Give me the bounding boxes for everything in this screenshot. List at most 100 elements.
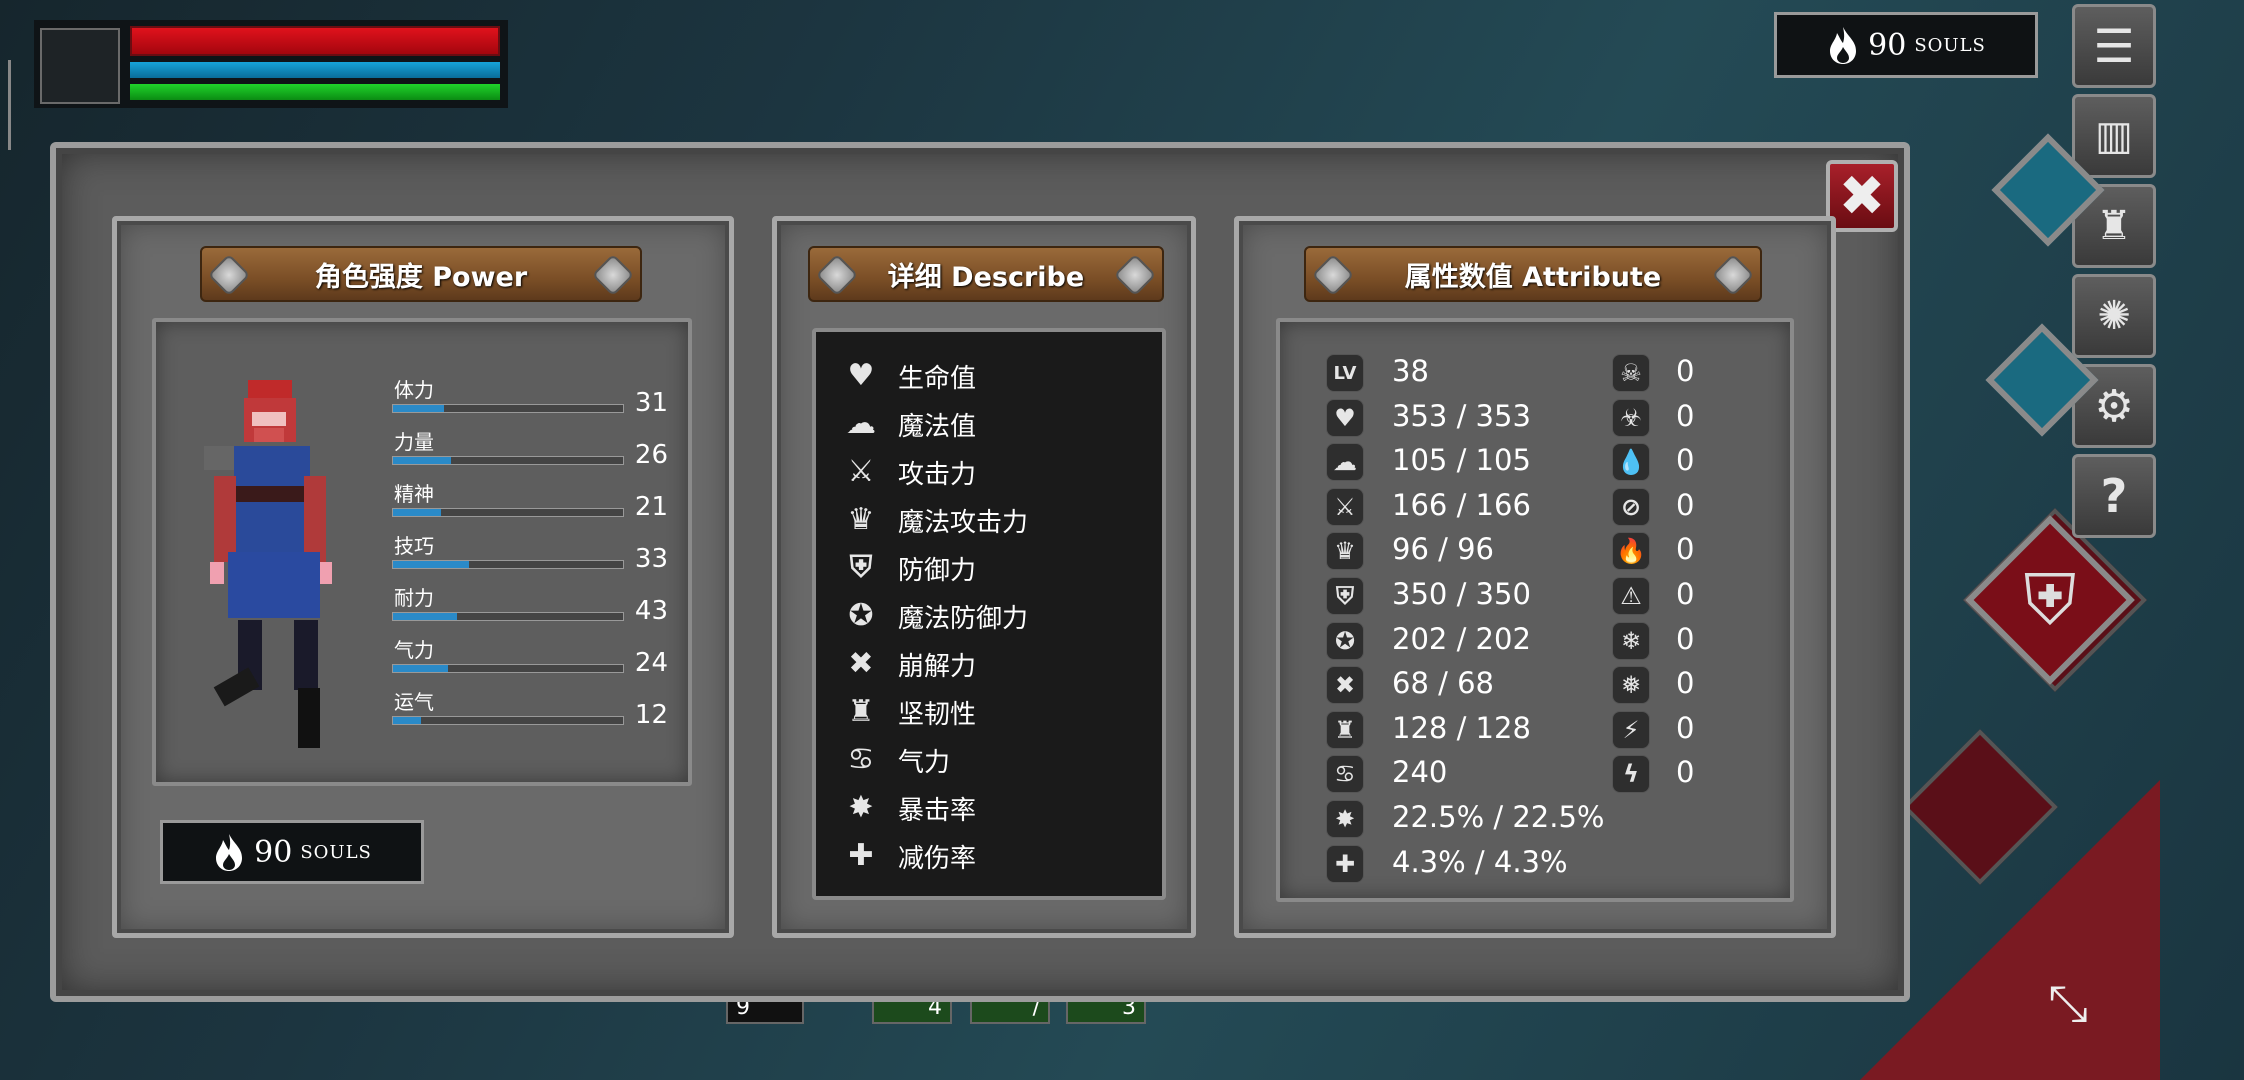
stat-bar — [392, 508, 624, 517]
poison-resist-icon: ☣ — [1612, 398, 1650, 437]
inventory-button[interactable]: ▥ — [2072, 94, 2156, 178]
flame-icon — [216, 834, 243, 871]
stat-label: 气力 — [394, 638, 434, 662]
resistance-value: 0 — [1676, 710, 1695, 745]
attribute-value: 350 / 350 — [1392, 577, 1531, 611]
lightning-icon: ⚡ — [1612, 710, 1650, 749]
bleed-icon: 💧 — [1612, 443, 1650, 482]
close-icon: ✖ — [1838, 163, 1886, 229]
describe-title: 详细 Describe — [887, 261, 1085, 293]
frost-icon: ❄ — [1612, 621, 1650, 660]
attribute-title-plank: 属性数值 Attribute — [1304, 246, 1762, 302]
stat-label: 技巧 — [394, 534, 434, 558]
skills-button[interactable]: ✺ — [2072, 274, 2156, 358]
rivet-icon — [1711, 253, 1755, 297]
attribute-value: 38 — [1392, 354, 1429, 388]
emblem-icon: ✺ — [2097, 293, 2131, 339]
edge-handle — [8, 60, 11, 150]
rivet-icon — [815, 253, 859, 297]
background-skill-diamond — [1902, 729, 2058, 885]
resistance-value: 0 — [1676, 532, 1695, 567]
resistance-value: 0 — [1676, 354, 1695, 388]
stat-label: 耐力 — [394, 586, 434, 610]
damage-reduction-icon: ✚ — [1326, 844, 1364, 883]
stat-bar-fill — [393, 561, 469, 568]
resistance-value: 0 — [1676, 755, 1695, 790]
health-bar — [130, 26, 500, 56]
attribute-value: 166 / 166 — [1392, 487, 1531, 522]
stat-label: 体力 — [394, 378, 434, 402]
resistance-value: 0 — [1676, 621, 1695, 656]
souls-counter: 90 SOULS — [160, 820, 424, 884]
attribute-value: 128 / 128 — [1392, 710, 1531, 745]
level-icon: LV — [1326, 354, 1364, 392]
rivet-icon — [1113, 253, 1157, 297]
helmet-icon: ♜ — [2096, 203, 2132, 249]
stat-value: 12 — [634, 700, 668, 730]
menu-button[interactable]: ☰ — [2072, 4, 2156, 88]
stat-bar — [392, 664, 624, 673]
rivet-icon — [207, 253, 251, 297]
character-model — [204, 380, 332, 748]
souls-label: SOULS — [1914, 34, 1986, 56]
power-title-plank: 角色强度 Power — [200, 246, 642, 302]
attribute-value: 353 / 353 — [1392, 398, 1531, 433]
heart-icon: ♥ — [1326, 398, 1364, 437]
critical-icon: ✸ — [1326, 800, 1364, 838]
heart-icon: ♥ — [847, 357, 875, 393]
block-action-button[interactable]: ⛨ — [1965, 515, 2135, 685]
lightning-resist-icon: ϟ — [1612, 755, 1650, 794]
list-icon: ☰ — [2093, 19, 2135, 73]
player-portrait[interactable] — [40, 28, 120, 104]
stat-bar — [392, 716, 624, 725]
describe-label: 防御力 — [898, 556, 977, 586]
magic-attack-icon: ♛ — [1326, 532, 1364, 571]
describe-label: 减伤率 — [898, 844, 977, 874]
lungs-icon: ♋ — [1326, 755, 1364, 794]
stat-label: 运气 — [394, 690, 434, 714]
fire-resist-icon: ⚠ — [1612, 577, 1650, 615]
shield-icon: ⛨ — [1326, 577, 1364, 615]
brain-icon: ☁ — [846, 405, 876, 441]
describe-label: 坚韧性 — [898, 700, 977, 730]
stat-bar-fill — [393, 665, 449, 672]
resistance-value: 0 — [1676, 487, 1695, 522]
attribute-value: 105 / 105 — [1392, 443, 1531, 478]
stat-label: 力量 — [394, 430, 434, 454]
frost-resist-icon: ❅ — [1612, 666, 1650, 705]
shield-icon: ⛨ — [849, 549, 873, 585]
describe-label: 魔法防御力 — [898, 604, 1029, 634]
attribute-value: 22.5% / 22.5% — [1392, 800, 1605, 834]
help-button[interactable]: ? — [2072, 454, 2156, 538]
lungs-icon: ♋ — [847, 741, 875, 777]
break-icon: ✖ — [1326, 666, 1364, 705]
stat-bar — [392, 560, 624, 569]
stat-value: 43 — [634, 596, 668, 626]
stat-bar-fill — [393, 613, 458, 620]
expand-icon[interactable]: ⤡ — [2048, 974, 2138, 1064]
stat-bar-fill — [393, 717, 421, 724]
stat-value: 26 — [634, 440, 668, 470]
damage-reduction-icon: ✚ — [848, 837, 874, 873]
question-icon: ? — [2100, 469, 2128, 523]
sword-icon: ⚔ — [847, 453, 875, 489]
bleed-resist-icon: ⊘ — [1612, 487, 1650, 526]
stat-bar-fill — [393, 457, 451, 464]
describe-label: 魔法值 — [898, 412, 977, 442]
attribute-value: 4.3% / 4.3% — [1392, 844, 1568, 879]
magic-attack-icon: ♛ — [847, 501, 875, 537]
shield-icon: ⛨ — [2023, 558, 2077, 641]
souls-label: SOULS — [300, 841, 372, 863]
brain-icon: ☁ — [1326, 443, 1364, 482]
cabinet-icon: ▥ — [2095, 113, 2133, 159]
close-button[interactable]: ✖ — [1826, 160, 1898, 232]
attribute-value: 240 — [1392, 755, 1448, 790]
resistance-value: 0 — [1676, 443, 1695, 478]
mana-bar — [130, 62, 500, 78]
magic-shield-icon: ✪ — [1326, 621, 1364, 660]
souls-count: 90 — [254, 834, 293, 870]
rivet-icon — [1311, 253, 1355, 297]
souls-counter: 90 SOULS — [1774, 12, 2038, 78]
stat-label: 精神 — [394, 482, 434, 506]
stat-value: 31 — [634, 388, 668, 418]
